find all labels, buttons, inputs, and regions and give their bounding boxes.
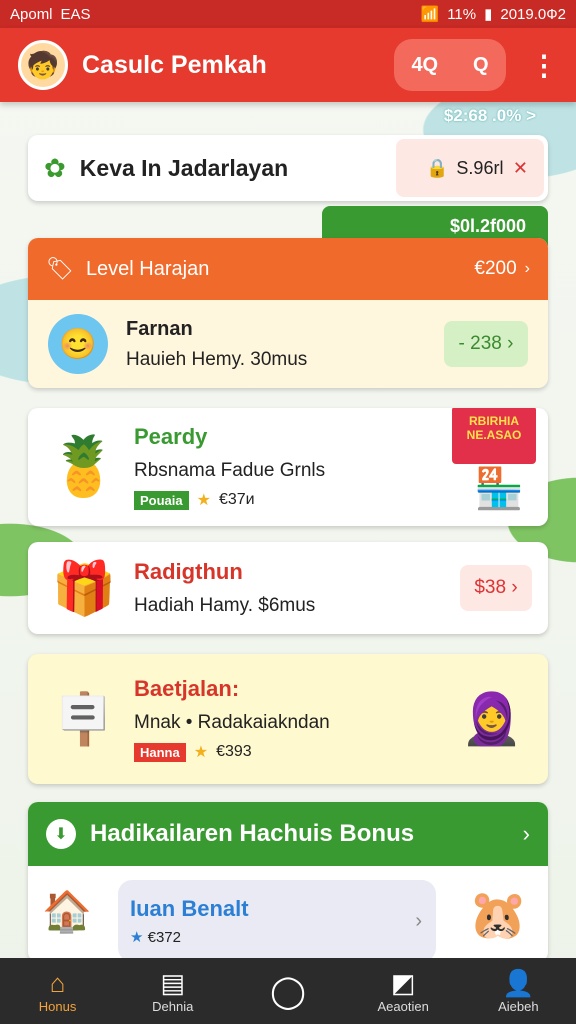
level-amount: €200 [474, 258, 517, 279]
more-menu-icon[interactable]: ⋮ [530, 49, 558, 82]
bottom-nav: ⌂ Honus ▤ Dehnia ◯ ◩ Aeaotien 👤 Aiebeh [0, 958, 576, 1024]
app-bar: 🧒 Casulc Pemkah 4Q Q ⋮ [0, 28, 576, 102]
star-icon: ★ [196, 492, 211, 509]
level-header[interactable]: 🏷 Level Harajan €200 › [28, 238, 548, 300]
bonus-card[interactable]: ⬇ Hadikailaren Hachuis Bonus › 🏠 Iuan Be… [28, 802, 548, 962]
character-icon: 🧕 [460, 690, 524, 747]
bonus-item-rating: €372 [147, 929, 181, 946]
level-title: Level Harajan [85, 257, 210, 280]
tag-icon: 🏷 [46, 256, 74, 281]
app-title: Casulc Pemkah [82, 50, 267, 79]
bonus-title: Hadikailaren Hachuis Bonus [90, 820, 415, 847]
profile-icon: 👤 [502, 968, 535, 998]
level-card[interactable]: 🏷 Level Harajan €200 › 😊 Farnan Hauieh H… [28, 238, 548, 388]
bonus-item-rating-row: ★ €372 [130, 928, 249, 946]
header-action-group: 4Q Q [394, 39, 506, 91]
nav-item-stats[interactable]: ◩ Aeaotien [353, 968, 453, 1014]
nav-item-profile[interactable]: 👤 Aiebeh [468, 968, 568, 1014]
baet-subtitle: Mnak • Radakaiakndan [134, 712, 330, 733]
bonus-header[interactable]: ⬇ Hadikailaren Hachuis Bonus › [28, 802, 548, 866]
price-pill[interactable]: 🔒 S.96rl ✕ [396, 139, 544, 197]
balance-link[interactable]: $2:68 .0% > [444, 106, 536, 126]
chevron-right-icon: › [522, 821, 530, 846]
battery-percent: 11% [447, 5, 477, 23]
baet-tag: Hanna [134, 742, 186, 762]
search-card[interactable]: ✿ Keva In Jadarlayan 🔒 S.96rl ✕ [28, 135, 548, 201]
star-icon: ★ [130, 929, 144, 946]
gift-card[interactable]: 🎁 Radigthun Hadiah Hamy. $6mus $38 › [28, 542, 548, 634]
kiosk-icon: 🏪 [474, 467, 524, 511]
nav-label: Honus [38, 999, 77, 1014]
close-icon[interactable]: ✕ [513, 158, 528, 179]
avatar[interactable]: 🧒 [18, 40, 68, 90]
shop-icon: 🏠 [42, 890, 92, 934]
bonus-item-title: Iuan Benalt [130, 896, 249, 921]
leaf-icon: ✿ [44, 152, 66, 183]
search-label: Keva In Jadarlayan [79, 154, 289, 181]
promo-badge: RBIRHIA NE.ASAO [452, 408, 536, 464]
chat-button[interactable]: Q [473, 54, 489, 77]
nav-item-news[interactable]: ▤ Dehnia [123, 968, 223, 1014]
gift-icon: 🎁 [51, 559, 117, 618]
nav-item-home[interactable]: ⌂ Honus [8, 968, 108, 1014]
gift-title: Radigthun [134, 559, 243, 584]
status-time: 2019.0Ф2 [500, 5, 566, 23]
search-icon: ◯ [270, 973, 306, 1009]
star-icon: ★ [193, 744, 209, 761]
baet-card[interactable]: 🪧 Baetjalan: Mnak • Radakaiakndan Hanna … [28, 654, 548, 784]
search-button[interactable]: 4Q [411, 54, 438, 77]
sale-poster-icon: 🪧 [52, 690, 116, 747]
signal-icon: 📶 [420, 6, 440, 23]
pendy-tag: Pouaia [134, 490, 189, 510]
nav-label: Dehnia [152, 999, 194, 1014]
level-action-label: - 238 [458, 333, 502, 354]
level-item-subtitle: Hauieh Hemy. 30mus [126, 348, 308, 370]
status-carrier: Apoml [10, 5, 53, 23]
chart-icon: ◩ [390, 968, 416, 998]
pineapple-icon: 🍍 [47, 434, 121, 499]
battery-icon: ▮ [484, 6, 493, 23]
gift-subtitle: Hadiah Hamy. $6mus [134, 595, 316, 616]
news-icon: ▤ [160, 968, 186, 998]
status-bar: Apoml EAS 📶 11% ▮ 2019.0Ф2 [0, 0, 576, 28]
gift-action-label: $38 [474, 577, 507, 598]
level-action-button[interactable]: - 238 › [444, 321, 528, 367]
lock-icon: 🔒 [426, 157, 449, 178]
gift-action-button[interactable]: $38 › [460, 565, 532, 611]
home-icon: ⌂ [49, 968, 66, 998]
pendy-card[interactable]: 🍍 Peardy Rbsnama Fadue Grnls Pouaia ★ €3… [28, 408, 548, 526]
level-item-title: Farnan [126, 317, 193, 340]
nav-label: Aiebeh [498, 999, 539, 1014]
pendy-rating: €37и [218, 491, 255, 508]
pet-icon: 🐹 [468, 889, 528, 942]
baet-rating: €393 [216, 743, 252, 760]
baet-title: Baetjalan: [134, 676, 240, 701]
mascot-icon: 😊 [48, 314, 108, 374]
nav-item-search[interactable]: ◯ [238, 972, 338, 1010]
chevron-right-icon: › [524, 260, 530, 277]
chevron-right-icon: › [415, 909, 422, 932]
nav-label: Aeaotien [377, 999, 429, 1014]
price-value: S.96rl [456, 157, 504, 178]
bonus-item[interactable]: Iuan Benalt ★ €372 › [118, 880, 436, 962]
status-icons: EAS [60, 5, 91, 23]
download-icon: ⬇ [46, 819, 76, 849]
